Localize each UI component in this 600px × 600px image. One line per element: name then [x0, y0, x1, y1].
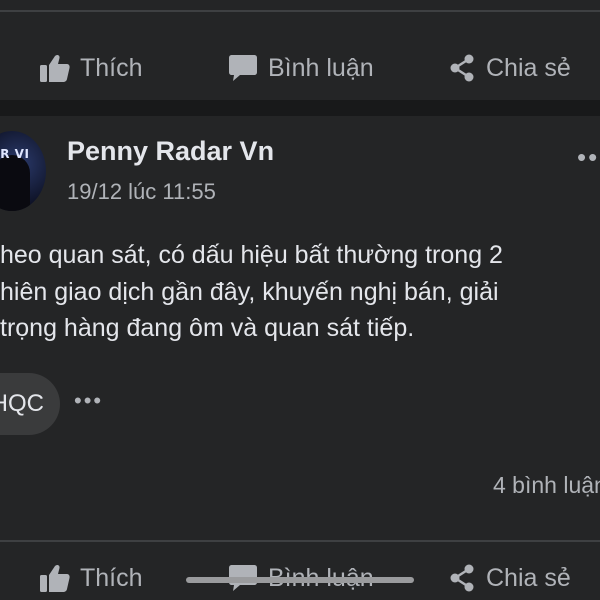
comment-label: Bình luận — [268, 53, 374, 82]
post-separator — [0, 540, 600, 542]
share-button[interactable]: Chia sẻ — [448, 40, 571, 96]
home-indicator[interactable] — [186, 577, 414, 583]
comment-button[interactable]: Bình luận — [228, 40, 374, 96]
thumbs-up-icon — [40, 564, 70, 592]
author-name[interactable]: Penny Radar Vn — [67, 136, 274, 167]
thumbs-up-icon — [40, 54, 70, 82]
stock-tag-label: HQC — [0, 390, 44, 417]
share-button[interactable]: Chia sẻ — [448, 550, 571, 600]
share-icon — [448, 54, 476, 82]
share-label: Chia sẻ — [486, 53, 571, 82]
post-menu-icon[interactable]: ••• — [577, 142, 600, 173]
avatar-text: DAR VI — [0, 147, 30, 161]
comment-count[interactable]: 4 bình luận — [493, 472, 600, 499]
comment-button[interactable]: Bình luận — [228, 550, 374, 600]
comment-icon — [228, 54, 258, 82]
top-action-bar: Thích Bình luận Chia sẻ — [0, 40, 600, 96]
like-button[interactable]: Thích — [40, 550, 143, 600]
post-action-bar: Thích Bình luận Chia sẻ — [0, 550, 600, 600]
post-timestamp[interactable]: 19/12 lúc 11:55 — [67, 179, 216, 205]
hooded-figure-icon — [0, 155, 30, 211]
like-label: Thích — [80, 53, 143, 82]
screen: Thích Bình luận Chia sẻ R VI Penny Radar… — [0, 0, 600, 600]
more-tags-icon[interactable]: ••• — [74, 388, 103, 414]
avatar[interactable]: DAR VI — [0, 131, 46, 211]
post-text-line: trọng hàng đang ôm và quan sát tiếp. — [0, 314, 415, 342]
share-icon — [448, 564, 476, 592]
post-text-line: heo quan sát, có dấu hiệu bất thường tro… — [0, 241, 503, 269]
stock-tag[interactable]: HQC — [0, 373, 60, 435]
post-text-line: hiên giao dịch gần đây, khuyến nghị bán,… — [0, 278, 499, 306]
share-label: Chia sẻ — [486, 563, 571, 592]
like-label: Thích — [80, 563, 143, 592]
top-separator — [0, 10, 600, 12]
like-button[interactable]: Thích — [40, 40, 143, 96]
feed-gap — [0, 100, 600, 116]
